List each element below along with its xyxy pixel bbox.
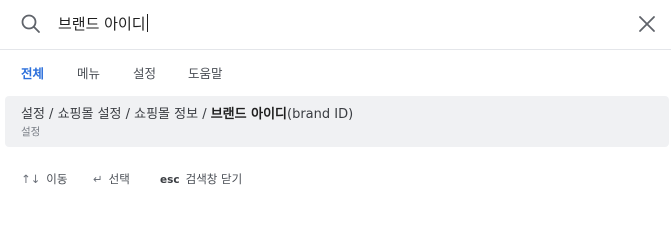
text-caret bbox=[146, 14, 148, 32]
hint-select-label: 선택 bbox=[108, 172, 130, 186]
esc-key: esc bbox=[160, 174, 180, 186]
enter-icon: ↵ bbox=[93, 172, 103, 186]
result-path-prefix: 설정 / 쇼핑몰 설정 / 쇼핑몰 정보 / bbox=[21, 107, 211, 122]
tab-settings[interactable]: 설정 bbox=[133, 66, 156, 82]
result-category: 설정 bbox=[21, 126, 41, 138]
search-query: 브랜드 아이디 bbox=[58, 15, 146, 33]
search-bar: 브랜드 아이디 bbox=[0, 0, 671, 50]
filter-tabs: 전체 메뉴 설정 도움말 bbox=[0, 50, 671, 94]
hint-close: esc 검색창 닫기 bbox=[160, 171, 242, 188]
hint-move: ↑↓ 이동 bbox=[21, 171, 67, 187]
tab-all[interactable]: 전체 bbox=[21, 66, 44, 82]
tab-menu[interactable]: 메뉴 bbox=[77, 66, 100, 82]
search-result-item[interactable]: 설정 / 쇼핑몰 설정 / 쇼핑몰 정보 / 브랜드 아이디(brand ID)… bbox=[5, 96, 669, 147]
search-icon bbox=[20, 13, 42, 35]
hint-close-label: 검색창 닫기 bbox=[185, 172, 243, 186]
search-input[interactable]: 브랜드 아이디 bbox=[58, 12, 618, 36]
arrow-up-down-icon: ↑↓ bbox=[21, 172, 41, 186]
hint-move-label: 이동 bbox=[46, 172, 68, 186]
result-path-match: 브랜드 아이디 bbox=[210, 107, 288, 122]
result-path: 설정 / 쇼핑몰 설정 / 쇼핑몰 정보 / 브랜드 아이디(brand ID) bbox=[21, 106, 353, 123]
hint-select: ↵ 선택 bbox=[93, 171, 130, 187]
tab-help[interactable]: 도움말 bbox=[188, 66, 223, 82]
keyboard-hints: ↑↓ 이동 ↵ 선택 esc 검색창 닫기 bbox=[0, 168, 671, 190]
close-icon[interactable] bbox=[637, 14, 657, 34]
result-path-suffix: (brand ID) bbox=[287, 107, 354, 122]
